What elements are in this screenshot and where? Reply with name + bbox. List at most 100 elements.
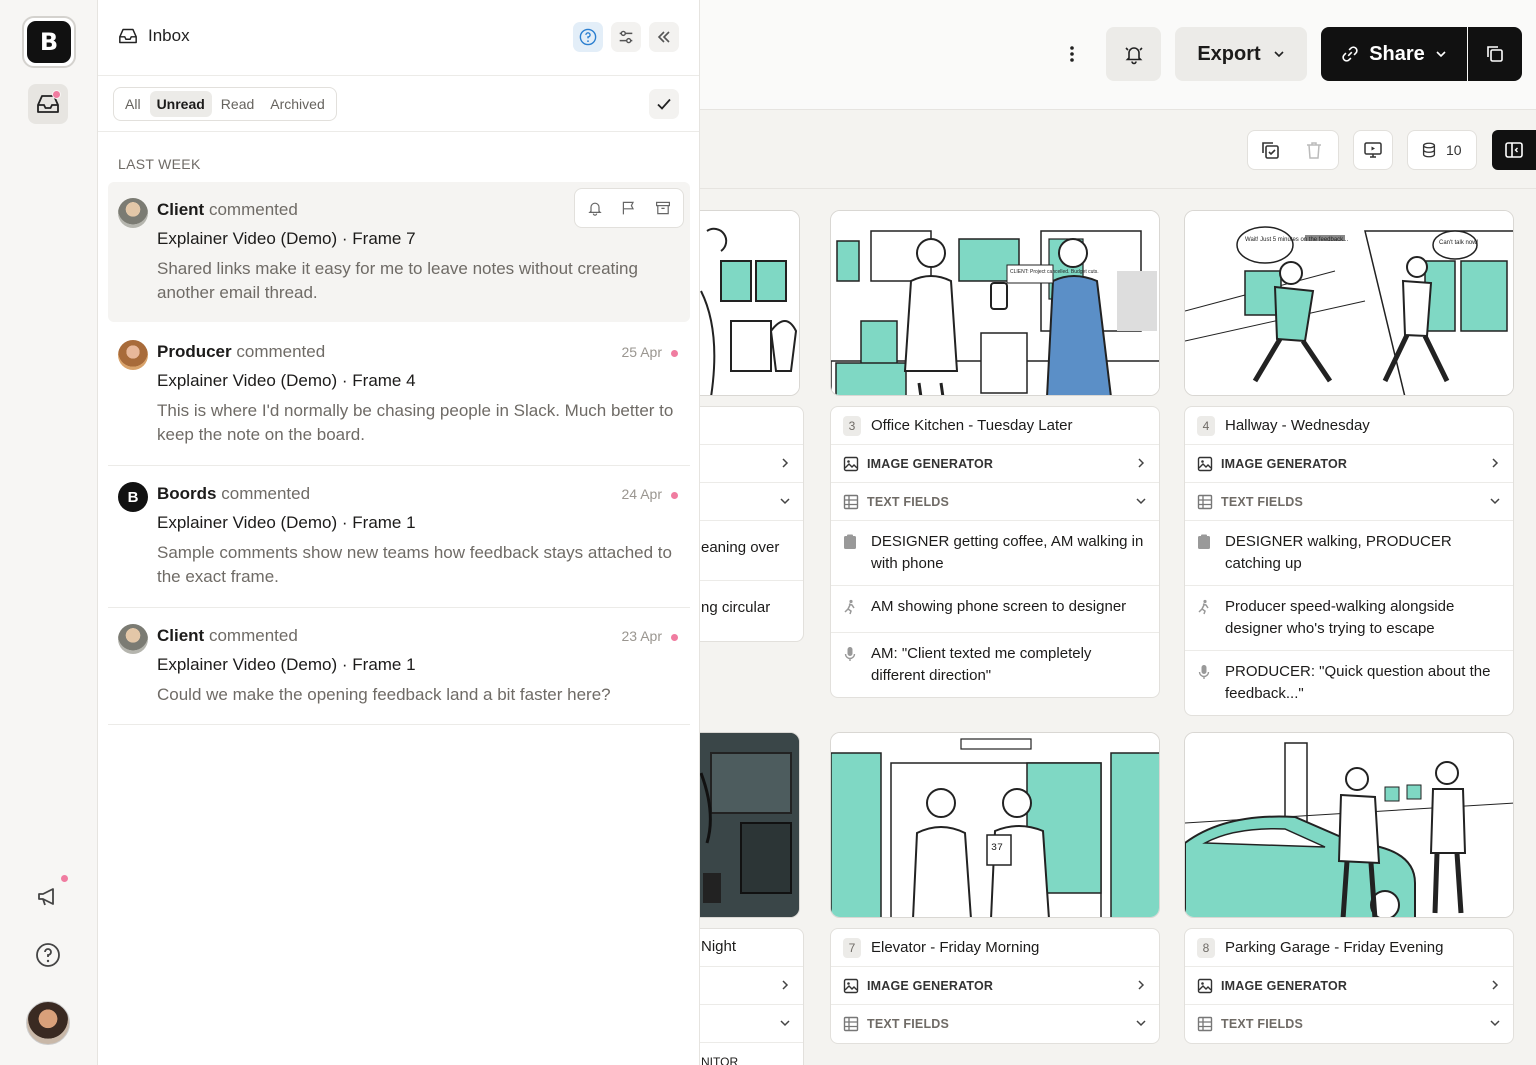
field-text: DESIGNER walking, PRODUCER catching up bbox=[1225, 533, 1452, 572]
notif-action: commented bbox=[208, 626, 298, 645]
field-row[interactable]: AM showing phone screen to designer bbox=[831, 586, 1159, 633]
chevron-down-icon bbox=[1490, 498, 1500, 505]
field-row[interactable]: Producer speed-walking alongside designe… bbox=[1185, 586, 1513, 651]
speech-bubble-text: Can't talk now! bbox=[1439, 240, 1478, 246]
share-button[interactable]: Share bbox=[1321, 27, 1467, 81]
notif-date: 25 Apr bbox=[621, 344, 662, 360]
frame-meta: eaning over ng circular bbox=[700, 406, 804, 642]
delete-frames-button[interactable] bbox=[1292, 131, 1336, 169]
notification-item[interactable]: Client commented 23 Apr Explainer Video … bbox=[108, 608, 690, 725]
filter-all[interactable]: All bbox=[118, 91, 148, 117]
frame-title-row[interactable]: 8 Parking Garage - Friday Evening bbox=[1185, 929, 1513, 967]
table-icon bbox=[1197, 1016, 1213, 1032]
storyboard-grid: eaning over ng circular Night NITOR CLIE… bbox=[700, 190, 1536, 1065]
field-row[interactable]: DESIGNER walking, PRODUCER catching up bbox=[1185, 521, 1513, 586]
frame-title-row[interactable]: 3 Office Kitchen - Tuesday Later bbox=[831, 407, 1159, 445]
image-generator-row[interactable]: IMAGE GENERATOR bbox=[1185, 445, 1513, 483]
text-fields-row[interactable]: TEXT FIELDS bbox=[1185, 1005, 1513, 1043]
frame-card-4[interactable]: Wait! Just 5 minutes on the feedback... … bbox=[1184, 210, 1514, 716]
text-fields-label: TEXT FIELDS bbox=[867, 494, 950, 509]
inbox-help-button[interactable] bbox=[573, 22, 603, 52]
mark-all-read-button[interactable] bbox=[649, 89, 679, 119]
unread-badge bbox=[52, 90, 61, 99]
credits-group[interactable]: 10 bbox=[1407, 130, 1477, 170]
image-generator-row[interactable]: IMAGE GENERATOR bbox=[831, 967, 1159, 1005]
frame-title: Hallway - Wednesday bbox=[1225, 417, 1370, 434]
toggle-panel-button[interactable] bbox=[1492, 130, 1536, 170]
field-text: DESIGNER getting coffee, AM walking in w… bbox=[871, 533, 1144, 572]
export-button[interactable]: Export bbox=[1175, 27, 1307, 81]
avatar bbox=[118, 340, 148, 370]
partial-card[interactable]: eaning over ng circular bbox=[700, 210, 804, 642]
announcement-badge bbox=[60, 874, 69, 883]
notification-item[interactable]: Producer commented 25 Apr Explainer Vide… bbox=[108, 324, 690, 466]
archive-icon bbox=[656, 201, 670, 215]
top-bar: Export Share bbox=[700, 0, 1536, 110]
notification-item[interactable]: Client commented Explainer Video (Demo) … bbox=[108, 182, 690, 322]
image-generator-label: IMAGE GENERATOR bbox=[1221, 978, 1348, 993]
notifications-button[interactable] bbox=[1106, 27, 1161, 81]
frame-image[interactable]: CLIENT: Project cancelled. Budget cuts. bbox=[830, 210, 1160, 396]
notif-body: This is where I'd normally be chasing pe… bbox=[157, 401, 674, 444]
unread-dot bbox=[671, 634, 678, 641]
image-generator-row[interactable]: IMAGE GENERATOR bbox=[831, 445, 1159, 483]
frame-meta: 3 Office Kitchen - Tuesday Later IMAGE G… bbox=[830, 406, 1160, 698]
mark-unread-button[interactable] bbox=[613, 193, 645, 223]
text-fields-row[interactable]: TEXT FIELDS bbox=[1185, 483, 1513, 521]
notif-body: Could we make the opening feedback land … bbox=[157, 685, 611, 704]
more-menu-button[interactable] bbox=[1062, 40, 1082, 68]
field-row[interactable]: PRODUCER: "Quick question about the feed… bbox=[1185, 651, 1513, 715]
notif-action: commented bbox=[208, 200, 298, 219]
check-icon bbox=[657, 98, 671, 110]
frame-title-row[interactable]: 4 Hallway - Wednesday bbox=[1185, 407, 1513, 445]
filter-read[interactable]: Read bbox=[214, 91, 261, 117]
running-icon bbox=[844, 599, 855, 615]
notif-author: Boords bbox=[157, 484, 217, 503]
link-icon bbox=[1342, 46, 1358, 62]
field-row[interactable]: AM: "Client texted me completely differe… bbox=[831, 633, 1159, 697]
archive-button[interactable] bbox=[647, 193, 679, 223]
frame-title-row[interactable]: 7 Elevator - Friday Morning bbox=[831, 929, 1159, 967]
text-fields-label: TEXT FIELDS bbox=[1221, 1017, 1304, 1031]
frame-card-3[interactable]: CLIENT: Project cancelled. Budget cuts. … bbox=[830, 210, 1160, 698]
subscribe-button[interactable] bbox=[579, 193, 611, 223]
inbox-panel: Inbox All Unread Read Archived LAST WEEK bbox=[98, 0, 700, 1065]
filter-archived[interactable]: Archived bbox=[263, 91, 331, 117]
user-avatar[interactable] bbox=[26, 1001, 70, 1045]
logo-letter: B bbox=[27, 21, 71, 63]
frame-card-8[interactable]: 8 Parking Garage - Friday Evening IMAGE … bbox=[1184, 732, 1514, 1044]
text-fields-row[interactable]: TEXT FIELDS bbox=[831, 1005, 1159, 1043]
frame-image[interactable] bbox=[1184, 732, 1514, 918]
partial-card[interactable]: Night NITOR bbox=[700, 732, 804, 1065]
help-button[interactable] bbox=[28, 935, 68, 975]
chevron-right-icon bbox=[782, 458, 789, 468]
selection-tools bbox=[1247, 130, 1339, 170]
running-icon bbox=[1198, 599, 1209, 615]
frame-image[interactable]: Wait! Just 5 minutes on the feedback... … bbox=[1184, 210, 1514, 396]
frame-image[interactable]: 37 bbox=[830, 732, 1160, 918]
brand-logo[interactable]: B bbox=[22, 16, 76, 68]
inbox-title: Inbox bbox=[118, 26, 190, 46]
duplicate-button[interactable] bbox=[1468, 27, 1522, 81]
select-frames-button[interactable] bbox=[1248, 131, 1292, 169]
text-fields-row[interactable]: TEXT FIELDS bbox=[831, 483, 1159, 521]
image-generator-row[interactable]: IMAGE GENERATOR bbox=[1185, 967, 1513, 1005]
copy-icon bbox=[1487, 46, 1503, 62]
credit-count: 10 bbox=[1446, 142, 1462, 158]
board-toolbar: 10 bbox=[700, 111, 1536, 189]
notification-item[interactable]: B Boords commented 24 Apr Explainer Vide… bbox=[108, 466, 690, 608]
frame-image[interactable] bbox=[700, 732, 800, 918]
speech-bubble-text: Wait! Just 5 minutes on the feedback... bbox=[1245, 237, 1348, 243]
bell-ringing-icon bbox=[1124, 47, 1143, 65]
image-icon bbox=[1197, 978, 1213, 993]
image-icon bbox=[843, 456, 859, 471]
inbox-settings-button[interactable] bbox=[611, 22, 641, 52]
frame-card-7[interactable]: 37 7 Elevator - Friday Morning IMAGE GEN… bbox=[830, 732, 1160, 1044]
field-row[interactable]: DESIGNER getting coffee, AM walking in w… bbox=[831, 521, 1159, 586]
announcements-button[interactable] bbox=[28, 874, 69, 916]
inbox-rail-button[interactable] bbox=[28, 84, 68, 124]
collapse-inbox-button[interactable] bbox=[649, 22, 679, 52]
frame-image[interactable] bbox=[700, 210, 800, 396]
filter-unread[interactable]: Unread bbox=[149, 91, 212, 117]
present-button[interactable] bbox=[1354, 131, 1392, 169]
